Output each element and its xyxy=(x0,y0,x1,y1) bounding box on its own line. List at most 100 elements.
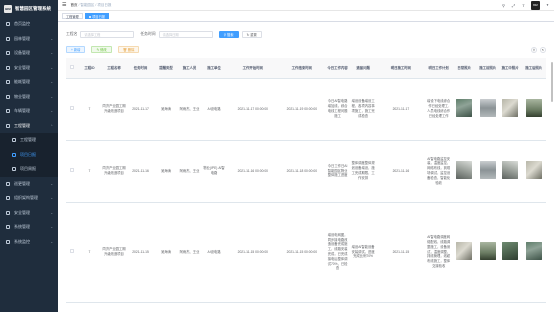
search-icon[interactable]: ⚲ xyxy=(501,3,506,8)
table-row[interactable]: 7 同济产业园工期升级改造项目 2021-11-15 吴海涛 阿雨杰、王业 AI… xyxy=(66,202,546,303)
sidebar-item-engineering[interactable]: 工程管理 ⌃ xyxy=(0,119,58,134)
font-size-icon[interactable]: T xyxy=(521,3,526,8)
vertical-scrollbar[interactable] xyxy=(551,62,553,102)
cell-unit: AI设电路 xyxy=(200,202,228,303)
project-select[interactable]: 请选择工程 xyxy=(80,30,135,38)
col-today-content: 今日工作内容 xyxy=(325,58,350,79)
sidebar-item-vehicle[interactable]: 车辆管理 ⌄ xyxy=(0,104,58,119)
cell-issue: 增设AI智能设备安装调试，进度完成比例70% xyxy=(349,202,377,303)
tags-bar: 工程管理 项目日报 xyxy=(58,11,554,22)
chevron-down-icon: ⌄ xyxy=(50,210,53,215)
before-photo[interactable] xyxy=(479,99,496,118)
cell-issue: 增设设备增设工程，各项内容事项施工，施工完成检查 xyxy=(349,78,377,141)
fullscreen-icon[interactable]: ⤢ xyxy=(511,3,516,8)
chevron-down-icon: ⌄ xyxy=(50,65,53,70)
col-project-id: 工程ID xyxy=(78,58,101,79)
action-buttons: + 新增 ✎ 修改 🗑 删除 xyxy=(66,46,142,53)
cell-end: 2021-11-18 00:00:00 xyxy=(278,140,326,203)
cell-start: 2021-11-16 00:00:00 xyxy=(227,140,279,203)
edit-button[interactable]: ✎ 修改 xyxy=(91,46,112,53)
col-during-photo: 施工中照片 xyxy=(498,58,522,79)
chevron-down-icon: ⌄ xyxy=(50,36,53,41)
before-photo[interactable] xyxy=(479,242,496,261)
search-toggle-icon[interactable]: ⚲ xyxy=(531,47,537,53)
sidebar-item-energy[interactable]: 能耗管理 ⌄ xyxy=(0,75,58,90)
cell-date: 2021-11-17 xyxy=(127,78,154,141)
refresh-icon[interactable]: ↻ xyxy=(540,47,546,53)
sidebar-item-patrol[interactable]: 巡更管理 ⌄ xyxy=(0,177,58,192)
after-photo[interactable] xyxy=(525,242,542,261)
chevron-down-icon: ⌄ xyxy=(50,94,53,99)
chevron-down-icon: ⌄ xyxy=(50,80,53,85)
cell-type: 吴海涛 xyxy=(153,140,179,203)
caret-down-icon[interactable]: ▼ xyxy=(545,3,550,8)
top-header: ☰ 首页 / 智能园区 / 项目日报 ⚲ ⤢ T BIM ▼ xyxy=(58,0,554,11)
col-project-name: 工程名称 xyxy=(100,58,128,79)
cell-name: 同济产业园工期升级改造项目 xyxy=(100,140,128,203)
table-tools: ⚲ ↻ xyxy=(531,47,546,53)
sidebar-item-device[interactable]: 设备管理 ⌄ xyxy=(0,46,58,61)
app-logo: BIM 智慧园区管理系统 xyxy=(0,0,58,17)
delete-button[interactable]: 🗑 删除 xyxy=(117,46,140,53)
sidebar-item-property[interactable]: 物业管理 ⌄ xyxy=(0,90,58,105)
shield-icon xyxy=(6,65,10,70)
cell-plan: AI智电路调度网络配线，线路调整施工，设备测试，温度调整，排线管理，线缆布线施工… xyxy=(425,202,452,303)
chevron-down-icon: ⌄ xyxy=(50,196,53,201)
col-before-photo: 施工前照片 xyxy=(476,58,499,79)
row-checkbox[interactable] xyxy=(70,106,74,110)
cell-workers: 阿雨杰、王业 xyxy=(178,140,201,203)
after-photo[interactable] xyxy=(525,161,542,180)
reset-button[interactable]: ↻ 重置 xyxy=(241,30,262,38)
breadcrumb-current: 项目日报 xyxy=(97,2,112,7)
avatar[interactable]: BIM xyxy=(531,1,540,10)
sidebar-item-monitor[interactable]: 系统监控 ⌄ xyxy=(0,235,58,250)
patrol-icon xyxy=(6,181,10,186)
tag-daily-report[interactable]: 项目日报 xyxy=(84,12,109,20)
monitor-icon xyxy=(6,239,10,244)
tag-engineering[interactable]: 工程管理 xyxy=(62,12,83,20)
col-next-plan: 明日工作计划 xyxy=(425,58,452,79)
during-photo[interactable] xyxy=(502,161,519,180)
search-button[interactable]: ⚲ 搜索 xyxy=(218,30,239,38)
sidebar-item-security[interactable]: 安全管理 ⌄ xyxy=(0,206,58,221)
select-all-checkbox[interactable] xyxy=(70,65,74,69)
sidebar-item-home[interactable]: 首页监控 xyxy=(0,17,58,32)
add-button[interactable]: + 新增 xyxy=(66,46,86,53)
table-row[interactable]: 7 同济产业园工期升级改造项目 2021-11-17 吴海涛 阿雨杰、王业 AI… xyxy=(66,78,546,141)
app-title: 智慧园区管理系统 xyxy=(15,5,51,11)
sidebar-item-garden[interactable]: 园林管理 ⌄ xyxy=(0,32,58,47)
sidebar-subitem-engineering[interactable]: 工程管理 xyxy=(0,133,58,148)
col-after-photo: 施工后照片 xyxy=(521,58,546,79)
gear-icon xyxy=(6,225,10,230)
sidebar-subitem-weekly-report[interactable]: 项目周报 xyxy=(0,162,58,177)
cell-content: 今日AI智电路增加线，综合电线工程问题施工 xyxy=(325,78,350,141)
before-photo[interactable] xyxy=(479,161,496,180)
daily-photo[interactable] xyxy=(456,99,473,118)
during-photo[interactable] xyxy=(502,99,519,118)
cell-start: 2021-11-17 00:00:00 xyxy=(227,78,279,141)
breadcrumb-park[interactable]: 智能园区 xyxy=(80,3,94,7)
cell-workers: 阿雨杰、王业 xyxy=(178,78,201,141)
row-checkbox[interactable] xyxy=(70,168,74,172)
sidebar-subitem-daily-report[interactable]: 项目日报 xyxy=(0,148,58,163)
col-daily-photo: 日常照片 xyxy=(451,58,477,79)
cell-end: 2021-11-19 00:00:00 xyxy=(278,78,326,141)
breadcrumb: 首页 / 智能园区 / 项目日报 xyxy=(70,2,112,7)
table-row[interactable]: 7 同济产业园工期升级改造项目 2021-11-16 吴海涛 阿雨杰、王业 物业… xyxy=(66,140,546,203)
garden-icon xyxy=(6,36,10,41)
cell-type: 吴海涛 xyxy=(153,202,179,303)
document-icon xyxy=(12,152,16,157)
sidebar-item-org[interactable]: 组织架构管理 ⌄ xyxy=(0,191,58,206)
cell-next: 2021-11-15 xyxy=(376,202,426,303)
after-photo[interactable] xyxy=(525,99,542,118)
daily-photo[interactable] xyxy=(456,242,473,261)
sidebar-item-system[interactable]: 系统管理 ⌄ xyxy=(0,220,58,235)
hamburger-icon[interactable]: ☰ xyxy=(62,2,66,8)
cell-id: 7 xyxy=(78,140,101,203)
daily-photo[interactable] xyxy=(456,161,473,180)
row-checkbox[interactable] xyxy=(70,249,74,253)
date-picker[interactable]: 请选择日期 xyxy=(158,30,213,38)
breadcrumb-home[interactable]: 首页 xyxy=(70,3,77,7)
sidebar-item-safety[interactable]: 安全管理 ⌄ xyxy=(0,61,58,76)
during-photo[interactable] xyxy=(502,242,519,261)
